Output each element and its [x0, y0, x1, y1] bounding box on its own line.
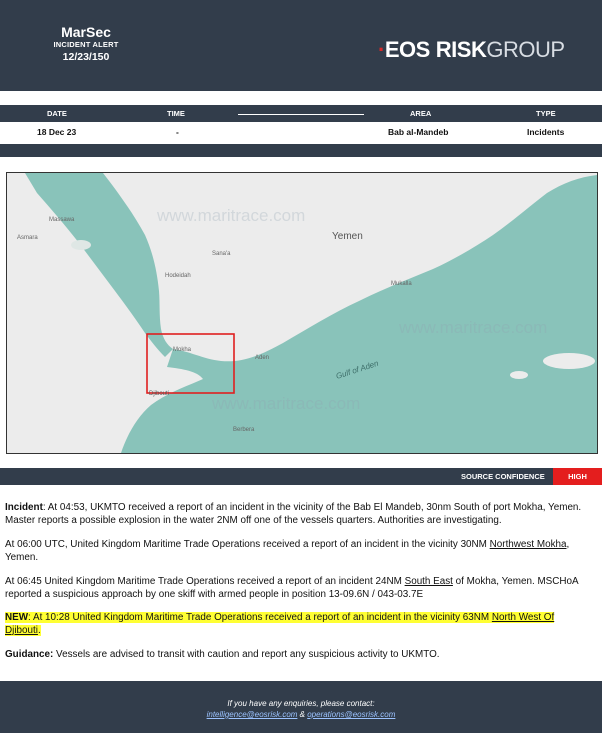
- watermark-3: www.maritrace.com: [211, 394, 360, 413]
- map-svg: Yemen Gulf of Aden Djibouti Sana'a Hodei…: [7, 173, 597, 453]
- header-divider: [238, 114, 364, 115]
- alert-subtitle: INCIDENT ALERT: [53, 40, 119, 49]
- map-label-asmara: Asmara: [17, 235, 38, 241]
- map-label-yemen: Yemen: [332, 231, 363, 242]
- map-label-djibouti: Djibouti: [149, 391, 169, 397]
- intelligence-email-link[interactable]: intelligence@eosrisk.com: [207, 710, 298, 719]
- new-label: NEW: [5, 612, 29, 623]
- header-banner: MarSec INCIDENT ALERT 12/23/150 ·EOS RISK…: [0, 0, 602, 91]
- report-paragraph-incident: Incident: At 04:53, UKMTO received a rep…: [5, 502, 592, 527]
- new-update-suffix: .: [37, 624, 41, 636]
- date-value: 18 Dec 23: [37, 127, 77, 137]
- enquiries-text: If you have any enquiries, please contac…: [227, 699, 375, 708]
- time-header: TIME: [167, 109, 185, 118]
- source-confidence-bar: SOURCE CONFIDENCE HIGH: [0, 468, 602, 485]
- info-table-row: 18 Dec 23 - Bab al-Mandeb Incidents: [0, 122, 602, 144]
- update-0645-text: At 06:45 United Kingdom Maritime Trade O…: [5, 576, 405, 587]
- type-value: Incidents: [527, 127, 565, 137]
- report-paragraph-new: NEW: At 10:28 United Kingdom Maritime Tr…: [5, 612, 592, 637]
- incident-label: Incident: [5, 502, 43, 513]
- guidance-label: Guidance:: [5, 649, 54, 660]
- report-paragraph-0645: At 06:45 United Kingdom Maritime Trade O…: [5, 576, 592, 601]
- update-0645-direction: South East: [404, 576, 453, 587]
- report-paragraph-0600: At 06:00 UTC, United Kingdom Maritime Tr…: [5, 539, 592, 564]
- area-header: AREA: [410, 109, 432, 118]
- confidence-level-badge: HIGH: [553, 468, 602, 485]
- map-label-mokha: Mokha: [173, 347, 192, 353]
- dahlak-islands: [71, 240, 91, 250]
- report-paragraph-guidance: Guidance: Vessels are advised to transit…: [5, 649, 592, 662]
- alert-title: MarSec: [61, 24, 111, 40]
- alert-title-block: MarSec INCIDENT ALERT 12/23/150: [38, 24, 134, 64]
- logo-dot-icon: ·: [378, 37, 385, 62]
- map-label-berbera: Berbera: [233, 427, 255, 433]
- logo-risk: RISK: [435, 37, 487, 62]
- map-label-mukalla: Mukalla: [391, 281, 412, 287]
- map-label-massawa: Massawa: [49, 217, 75, 223]
- eos-risk-group-logo: ·EOS RISKGROUP: [378, 38, 565, 62]
- incident-map: Yemen Gulf of Aden Djibouti Sana'a Hodei…: [6, 172, 598, 454]
- area-value: Bab al-Mandeb: [388, 127, 449, 137]
- map-label-sanaa: Sana'a: [212, 251, 231, 257]
- incident-report: Incident: At 04:53, UKMTO received a rep…: [5, 502, 592, 662]
- source-confidence-label: SOURCE CONFIDENCE: [461, 472, 545, 481]
- abd-al-kuri-island: [510, 371, 528, 379]
- alert-reference: 12/23/150: [62, 51, 110, 63]
- contact-emails: intelligence@eosrisk.com & operations@eo…: [0, 710, 602, 719]
- guidance-text: Vessels are advised to transit with caut…: [53, 649, 440, 660]
- socotra-island: [543, 353, 595, 369]
- info-table-footer-bar: [0, 144, 602, 157]
- date-header: DATE: [47, 109, 67, 118]
- update-0600-text: At 06:00 UTC, United Kingdom Maritime Tr…: [5, 539, 490, 550]
- update-0600-location: Northwest Mokha: [489, 539, 567, 550]
- contact-footer: If you have any enquiries, please contac…: [0, 681, 602, 733]
- incident-text: : At 04:53, UKMTO received a report of a…: [5, 502, 582, 526]
- map-label-hodeidah: Hodeidah: [165, 273, 191, 279]
- logo-eos: EOS: [384, 37, 430, 62]
- logo-group: GROUP: [486, 37, 565, 62]
- operations-email-link[interactable]: operations@eosrisk.com: [307, 710, 395, 719]
- type-header: TYPE: [536, 109, 556, 118]
- watermark-2: www.maritrace.com: [398, 318, 547, 337]
- map-label-aden: Aden: [255, 355, 269, 361]
- time-value: -: [176, 127, 179, 137]
- email-separator: &: [297, 710, 308, 719]
- info-table-header: DATE TIME AREA TYPE: [0, 105, 602, 122]
- watermark-1: www.maritrace.com: [156, 206, 305, 225]
- new-update-text: : At 10:28 United Kingdom Maritime Trade…: [28, 612, 492, 623]
